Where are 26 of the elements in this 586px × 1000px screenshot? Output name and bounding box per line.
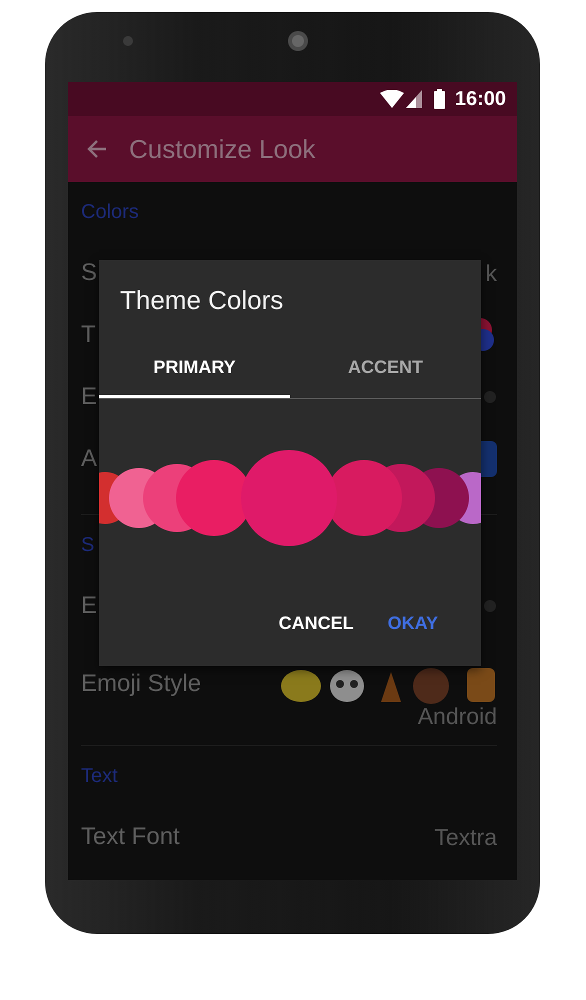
setting-label[interactable]: S — [81, 259, 98, 287]
back-icon[interactable] — [87, 140, 107, 158]
signal-icon — [406, 90, 422, 108]
tab[interactable]: ACCENT — [290, 340, 481, 398]
setting-value: k — [486, 260, 497, 286]
tab[interactable]: PRIMARY — [99, 340, 290, 398]
speaker-icon — [287, 30, 309, 52]
setting-value: Textra — [434, 824, 497, 850]
color-swatch[interactable] — [241, 450, 337, 546]
dialog-button[interactable]: CANCEL — [270, 599, 362, 647]
setting-label[interactable]: Emoji Style — [81, 670, 202, 698]
setting-label[interactable]: E — [81, 383, 98, 411]
setting-label[interactable]: Text Font — [81, 823, 180, 851]
setting-label[interactable]: E — [81, 592, 98, 620]
camera-icon — [122, 35, 134, 47]
setting-label[interactable]: A — [81, 445, 98, 473]
section-header: Text — [81, 764, 118, 788]
dialog-title: Theme Colors — [119, 284, 284, 317]
toolbar-title: Customize Look — [129, 134, 316, 164]
section-header: S — [81, 534, 94, 556]
status-time: 16:00 — [454, 88, 506, 110]
section-header: Colors — [81, 200, 139, 224]
battery-icon — [434, 89, 445, 109]
setting-value: Android — [418, 702, 497, 730]
dialog-button[interactable]: OKAY — [380, 599, 446, 647]
setting-label[interactable]: T — [81, 321, 96, 349]
